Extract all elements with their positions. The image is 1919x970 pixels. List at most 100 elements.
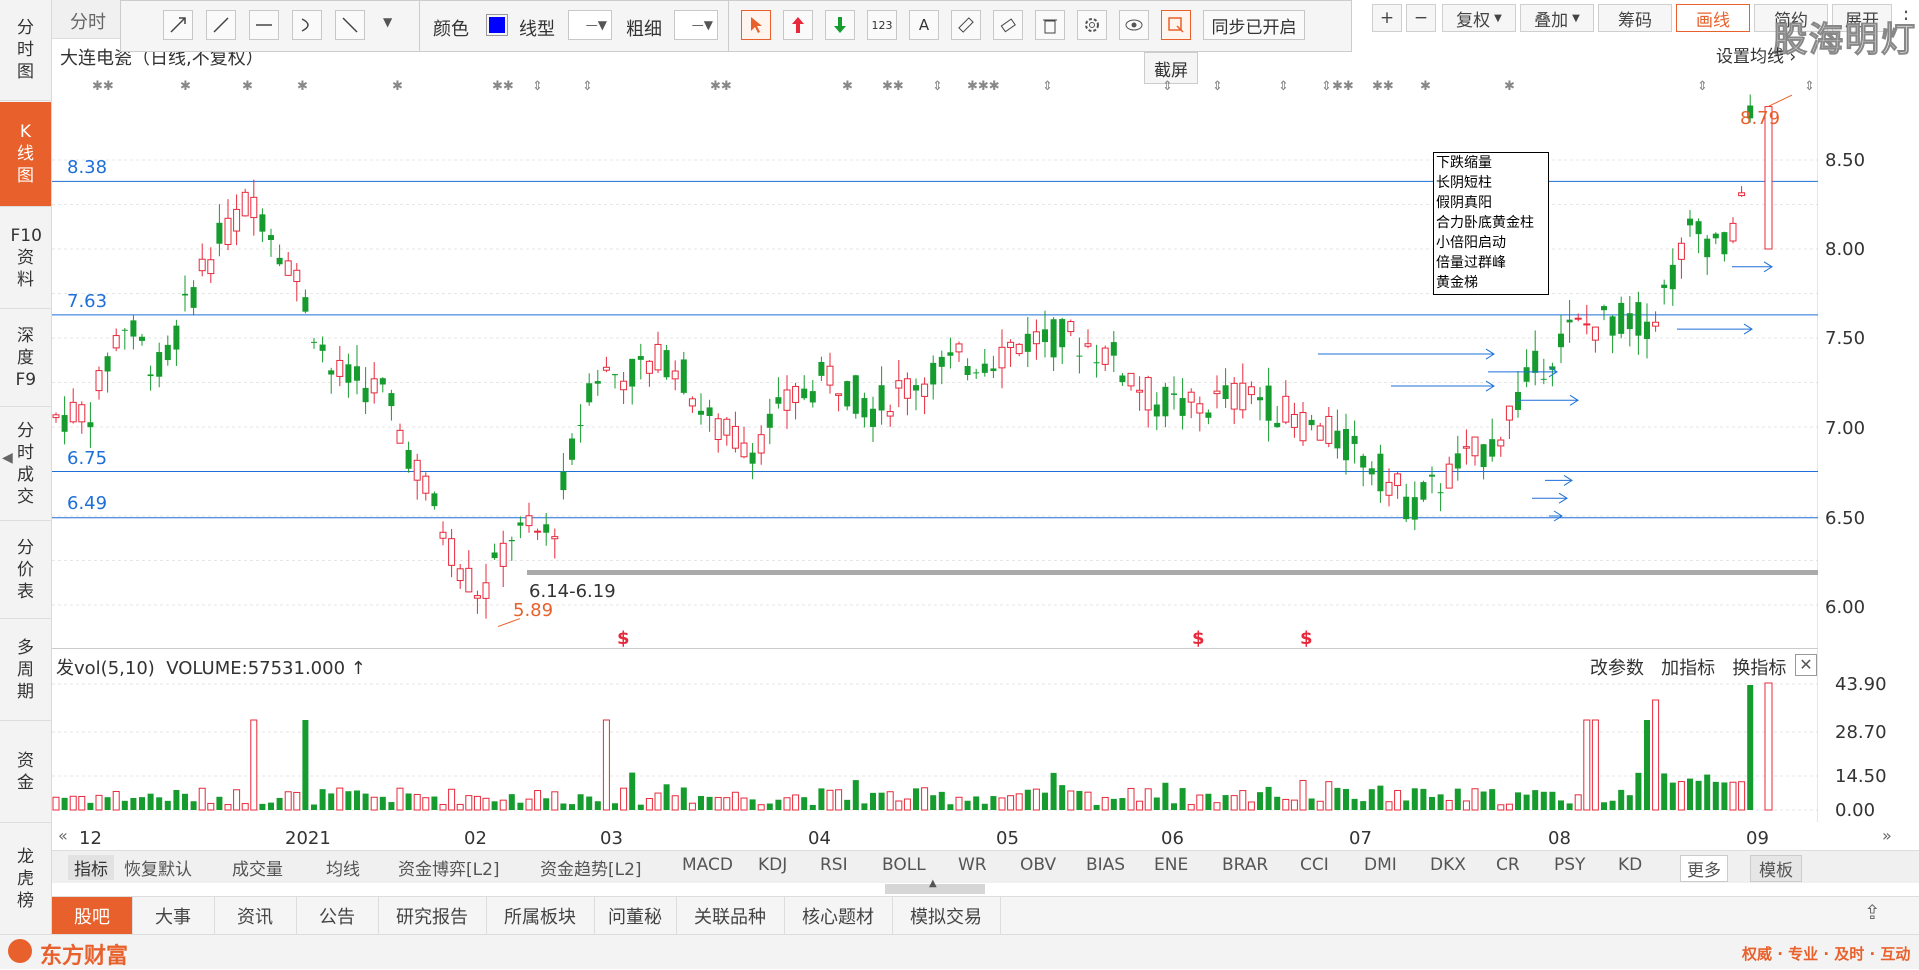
candle-body xyxy=(1007,341,1015,348)
date-tick: 09 xyxy=(1746,828,1769,849)
volume-bar xyxy=(1505,803,1513,811)
template-button[interactable]: 模板 xyxy=(1750,855,1802,882)
up-arrow-tool-button[interactable] xyxy=(783,10,813,40)
export-icon[interactable]: ⇪ xyxy=(1864,900,1881,924)
candle-body xyxy=(930,362,937,385)
volume-chart[interactable] xyxy=(52,650,1818,822)
high-price-mark: 8.79 xyxy=(1740,108,1781,129)
linetype-select[interactable]: —▼ xyxy=(568,10,612,40)
text-tool-button[interactable]: A xyxy=(909,10,939,40)
candle-body xyxy=(1093,362,1100,364)
sidebar-item-depth[interactable]: 深度F9 xyxy=(0,310,51,407)
number-tool-button[interactable]: 123 xyxy=(867,10,897,40)
tab-3[interactable]: 公告 xyxy=(296,897,379,935)
candle-body xyxy=(629,358,636,387)
indicator-17[interactable]: DKX xyxy=(1430,855,1466,875)
settings-tool-button[interactable] xyxy=(1077,10,1107,40)
candle-body xyxy=(130,320,137,337)
tab-0[interactable]: 股吧 xyxy=(52,897,133,935)
indicator-18[interactable]: CR xyxy=(1496,855,1520,875)
indicator-11[interactable]: OBV xyxy=(1020,855,1056,875)
panel-resize-handle[interactable]: ▲ xyxy=(885,878,985,894)
sidebar-item-funds[interactable]: 资金 xyxy=(0,722,51,823)
sidebar-item-fenshi[interactable]: 分时图 xyxy=(0,0,51,101)
indicator-15[interactable]: CCI xyxy=(1300,855,1329,875)
tab-7[interactable]: 关联品种 xyxy=(676,897,785,935)
select-tool-button[interactable] xyxy=(741,10,771,40)
draw-line-button[interactable]: 画线 xyxy=(1676,4,1750,32)
indicator-1[interactable]: 恢复默认 xyxy=(124,855,192,880)
candle-body xyxy=(981,363,988,373)
segment-icon xyxy=(342,17,358,33)
indicator-5[interactable]: 资金趋势[L2] xyxy=(540,855,642,880)
line-tool-button[interactable] xyxy=(206,10,236,40)
screenshot-tool-button[interactable] xyxy=(1161,10,1191,40)
volume-bar xyxy=(1101,796,1109,811)
indicator-10[interactable]: WR xyxy=(958,855,987,875)
indicator-7[interactable]: KDJ xyxy=(758,855,787,875)
scroll-right-icon[interactable]: » xyxy=(1882,826,1892,845)
collapse-left-icon[interactable]: ◀ xyxy=(2,450,13,466)
volume-bar xyxy=(121,800,128,810)
tab-9[interactable]: 模拟交易 xyxy=(892,897,1001,935)
sidebar-item-price-table[interactable]: 分价表 xyxy=(0,522,51,619)
volume-bar xyxy=(1532,790,1539,810)
volume-bar xyxy=(981,803,988,810)
sync-button[interactable]: 同步已开启 xyxy=(1203,10,1305,40)
more-indicators-button[interactable]: 更多 xyxy=(1680,855,1728,882)
overlay-dropdown[interactable]: 叠加 ▼ xyxy=(1520,4,1594,32)
arc-tool-button[interactable] xyxy=(292,10,322,40)
indicator-13[interactable]: ENE xyxy=(1154,855,1188,875)
indicator-9[interactable]: BOLL xyxy=(882,855,926,875)
indicator-16[interactable]: DMI xyxy=(1364,855,1397,875)
indicator-20[interactable]: KD xyxy=(1618,855,1642,875)
indicator-0[interactable]: 指标 xyxy=(68,855,114,880)
hline-tool-button[interactable] xyxy=(249,10,279,40)
more-tools-dropdown-icon[interactable]: ▼ xyxy=(383,15,392,29)
volume-bar xyxy=(964,800,971,810)
sidebar-item-dragon-tiger[interactable]: 龙虎榜 xyxy=(0,824,51,935)
zoom-in-button[interactable]: + xyxy=(1372,4,1402,32)
thickness-select[interactable]: —▼ xyxy=(674,10,718,40)
sidebar-item-f10[interactable]: F10资料 xyxy=(0,208,51,309)
ruler-tool-button[interactable] xyxy=(951,10,981,40)
segment-tool-button[interactable] xyxy=(335,10,365,40)
zoom-out-button[interactable]: − xyxy=(1406,4,1436,32)
candle-body xyxy=(276,257,283,265)
scroll-left-icon[interactable]: « xyxy=(58,826,68,845)
sidebar-item-kline[interactable]: K线图 xyxy=(0,102,51,207)
ray-line-tool-button[interactable] xyxy=(163,10,193,40)
eraser-tool-button[interactable] xyxy=(993,10,1023,40)
tab-1[interactable]: 大事 xyxy=(132,897,215,935)
delete-tool-button[interactable] xyxy=(1035,10,1065,40)
down-arrow-tool-button[interactable] xyxy=(825,10,855,40)
volume-bar xyxy=(1067,790,1075,811)
visibility-tool-button[interactable] xyxy=(1119,10,1149,40)
tab-5[interactable]: 所属板块 xyxy=(486,897,595,935)
indicator-3[interactable]: 均线 xyxy=(326,855,360,880)
tab-4[interactable]: 研究报告 xyxy=(378,897,487,935)
tab-fenshi[interactable]: 分时 xyxy=(70,8,106,34)
indicator-19[interactable]: PSY xyxy=(1554,855,1585,875)
sidebar-item-multi-period[interactable]: 多周期 xyxy=(0,620,51,721)
candle-body xyxy=(431,493,438,507)
candle-body xyxy=(1669,264,1676,290)
candle-body xyxy=(362,387,369,403)
tab-2[interactable]: 资讯 xyxy=(214,897,297,935)
indicator-4[interactable]: 资金博弈[L2] xyxy=(398,855,500,880)
price-tick: 6.00 xyxy=(1825,597,1866,618)
indicator-2[interactable]: 成交量 xyxy=(232,855,283,880)
indicator-12[interactable]: BIAS xyxy=(1086,855,1125,875)
kline-chart[interactable]: ✱✱ ✱ ✱ ✱ ✱ ✱✱ ⇕ ⇕ ✱✱ ✱ ✱✱ ⇕ ✱✱✱ ⇕ ⇕ ⇕ ⇕ ⇕ ✱✱ ✱✱ ✱ ✱ ⇕ ⇕ xyxy=(52,38,1818,650)
candle-body xyxy=(69,401,77,423)
indicator-8[interactable]: RSI xyxy=(820,855,848,875)
candle-body xyxy=(947,352,954,356)
indicator-6[interactable]: MACD xyxy=(682,855,733,875)
indicator-14[interactable]: BRAR xyxy=(1222,855,1268,875)
candle-body xyxy=(241,191,249,217)
tab-6[interactable]: 问董秘 xyxy=(594,897,677,935)
fuquan-dropdown[interactable]: 复权 ▼ xyxy=(1442,4,1516,32)
chips-button[interactable]: 筹码 xyxy=(1598,4,1672,32)
tab-8[interactable]: 核心题材 xyxy=(784,897,893,935)
color-swatch[interactable] xyxy=(486,14,508,36)
